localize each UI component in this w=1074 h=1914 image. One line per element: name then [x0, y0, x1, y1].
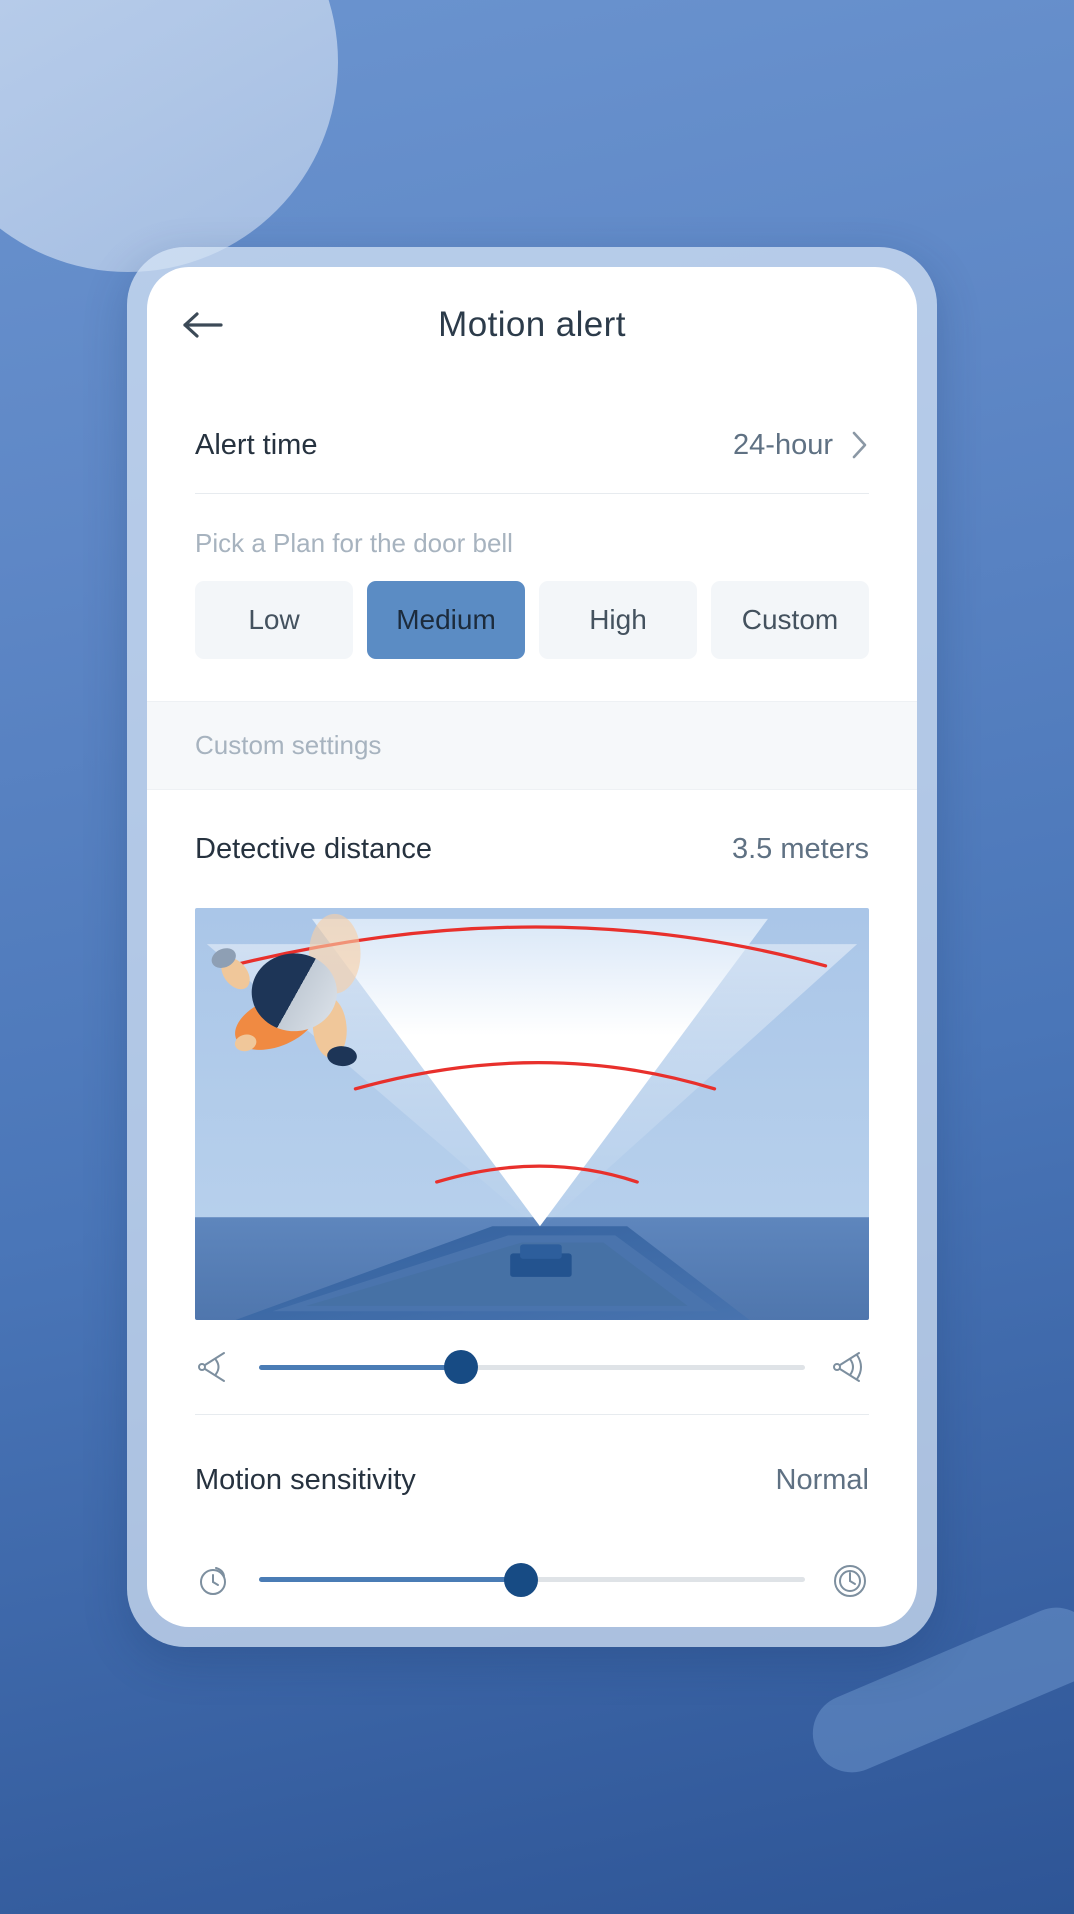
motion-sensitivity-row: Motion sensitivity Normal [195, 1429, 869, 1533]
detective-distance-slider[interactable] [259, 1350, 805, 1385]
phone-screen: Motion alert Alert time 24-hour Pick a P… [147, 267, 917, 1627]
custom-settings-header: Custom settings [147, 700, 917, 790]
narrow-cone-icon[interactable] [191, 1344, 237, 1390]
plan-section: Pick a Plan for the door bell Low Medium… [147, 494, 917, 701]
slider-knob[interactable] [444, 1350, 479, 1385]
decorative-circle [0, 0, 338, 272]
custom-settings-label: Custom settings [195, 729, 382, 760]
detective-distance-value: 3.5 meters [732, 833, 869, 866]
stopwatch-icon[interactable] [191, 1557, 237, 1603]
slider-track-fill [259, 1577, 522, 1583]
detective-distance-row: Detective distance 3.5 meters [195, 798, 869, 902]
alert-time-value: 24-hour [733, 428, 833, 461]
page-title: Motion alert [438, 305, 626, 344]
phone-frame: Motion alert Alert time 24-hour Pick a P… [127, 247, 937, 1647]
motion-sensitivity-label: Motion sensitivity [195, 1464, 416, 1497]
plan-segmented-control: Low Medium High Custom [195, 580, 869, 701]
plan-option-medium[interactable]: Medium [367, 580, 525, 659]
alert-time-label: Alert time [195, 428, 318, 461]
motion-sensitivity-slider[interactable] [259, 1562, 805, 1597]
back-button[interactable] [177, 299, 229, 351]
detection-cone-svg [195, 907, 869, 1321]
plan-option-high[interactable]: High [539, 580, 697, 659]
detection-cone-illustration [195, 907, 869, 1321]
detective-distance-section: Detective distance 3.5 meters [147, 790, 917, 902]
motion-sensitivity-section: Motion sensitivity Normal [147, 1415, 917, 1533]
motion-sensitivity-value: Normal [775, 1464, 869, 1497]
page-backdrop: Motion alert Alert time 24-hour Pick a P… [0, 0, 1074, 1914]
app-bar: Motion alert [147, 267, 917, 383]
detective-distance-slider-row [147, 1320, 917, 1414]
alert-time-row[interactable]: Alert time 24-hour [195, 397, 869, 493]
plan-caption: Pick a Plan for the door bell [195, 527, 513, 558]
alert-time-value-group: 24-hour [733, 429, 869, 462]
arrow-left-icon [183, 312, 223, 338]
plan-option-custom[interactable]: Custom [711, 580, 869, 659]
slider-knob[interactable] [504, 1562, 539, 1597]
slider-track-fill [259, 1364, 462, 1370]
chevron-right-icon [852, 431, 867, 459]
detective-distance-label: Detective distance [195, 833, 432, 866]
stopwatch-double-icon[interactable] [827, 1557, 873, 1603]
alert-time-section: Alert time 24-hour [147, 383, 917, 493]
motion-sensitivity-slider-row [147, 1533, 917, 1627]
plan-option-low[interactable]: Low [195, 580, 353, 659]
wide-cone-icon[interactable] [827, 1344, 873, 1390]
